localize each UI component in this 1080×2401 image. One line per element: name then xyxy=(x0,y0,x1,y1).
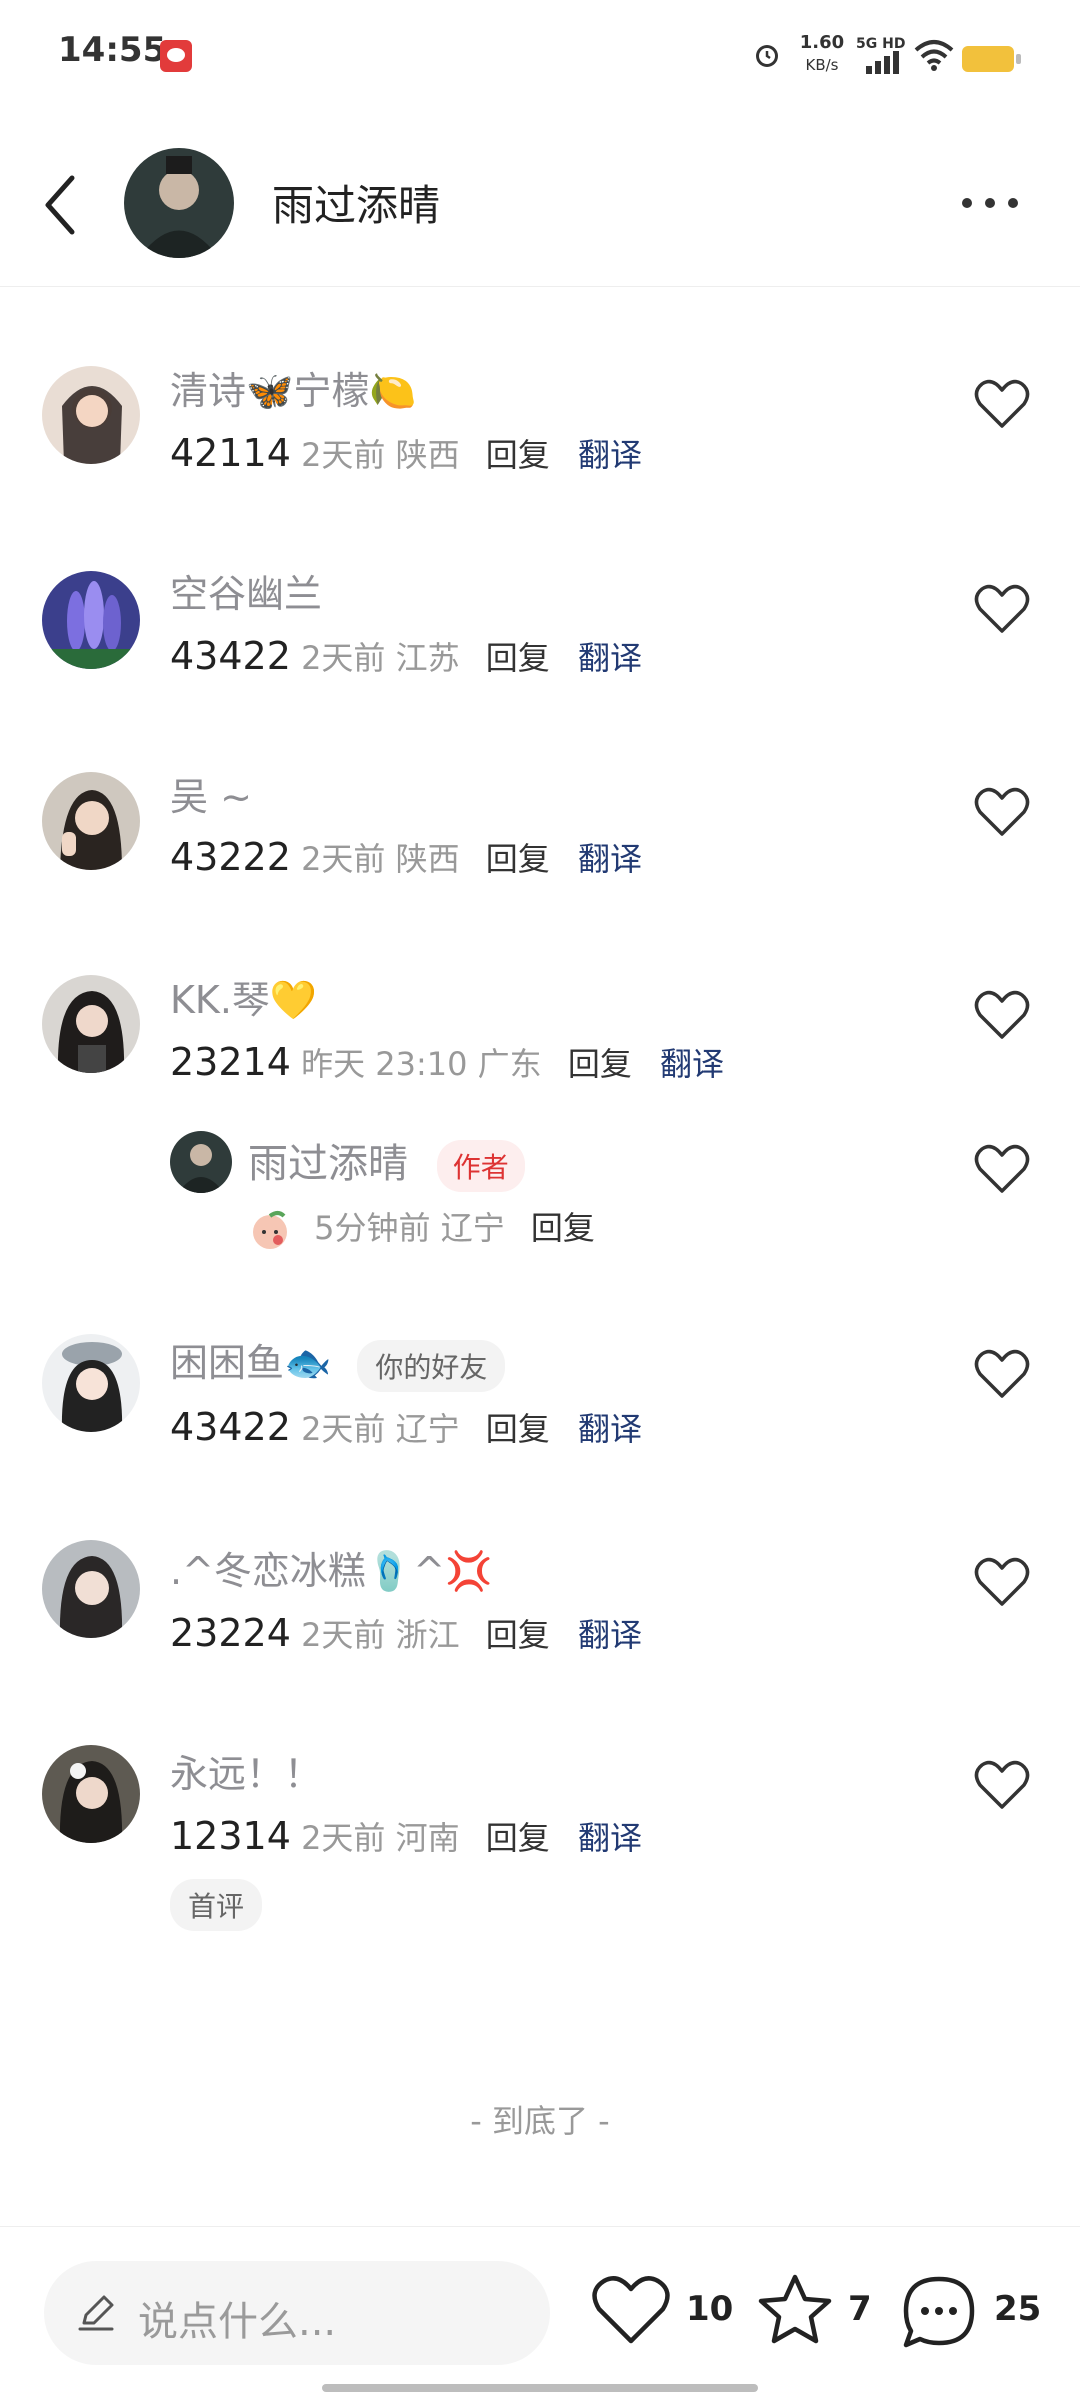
bottom-bar: 说点什么... 10 7 25 xyxy=(0,2226,1080,2401)
reply-author-name[interactable]: 雨过添晴 xyxy=(248,1141,408,1187)
comment-number: 42114 xyxy=(170,431,291,475)
translate-button[interactable]: 翻译 xyxy=(578,1616,642,1654)
reply-avatar[interactable] xyxy=(170,1131,232,1193)
translate-button[interactable]: 翻译 xyxy=(578,1410,642,1448)
comment-author[interactable]: .^冬恋冰糕🩴^💢 xyxy=(170,1540,492,1595)
reply-button[interactable]: 回复 xyxy=(486,1616,550,1654)
avatar[interactable] xyxy=(42,1334,140,1432)
comment-time-location: 2天前 陕西 xyxy=(301,840,460,878)
app-notification-icon xyxy=(160,40,192,72)
comment-meta: 43222 2天前 陕西 回复 翻译 xyxy=(170,834,642,880)
wifi-icon xyxy=(914,40,954,71)
signal-icon xyxy=(866,51,899,74)
heart-icon xyxy=(592,2276,670,2344)
like-icon[interactable] xyxy=(974,786,1030,838)
friend-tag: 你的好友 xyxy=(357,1339,506,1392)
comment-number: 12314 xyxy=(170,1814,291,1858)
comment-meta: 12314 2天前 河南 回复 翻译 xyxy=(170,1813,642,1859)
favorite-action[interactable]: 7 xyxy=(756,2273,876,2353)
page-title: 雨过添晴 xyxy=(272,181,441,230)
peach-emoji-icon xyxy=(253,1211,287,1249)
reply-button[interactable]: 回复 xyxy=(486,1819,550,1857)
comment-input[interactable]: 说点什么... xyxy=(44,2261,550,2365)
end-of-list-text: - 到底了 - xyxy=(470,2102,610,2140)
comment-time-location: 2天前 江苏 xyxy=(301,639,460,677)
comment-meta: 23214 昨天 23:10 广东 回复 翻译 xyxy=(170,1039,724,1085)
reply-button[interactable]: 回复 xyxy=(486,436,550,474)
comment-count: 25 xyxy=(994,2289,1042,2329)
status-bar: 14:55 1.60 KB/s 5G HD xyxy=(0,0,1080,110)
comment-author-name[interactable]: 困困鱼🐟 xyxy=(170,1341,331,1385)
like-icon[interactable] xyxy=(974,1759,1030,1811)
home-indicator[interactable] xyxy=(322,2384,758,2392)
reply-time-location: 5分钟前 辽宁 xyxy=(314,1209,505,1247)
reply-button[interactable]: 回复 xyxy=(568,1045,632,1083)
like-icon[interactable] xyxy=(974,989,1030,1041)
translate-button[interactable]: 翻译 xyxy=(578,436,642,474)
avatar[interactable] xyxy=(42,1745,140,1843)
like-icon[interactable] xyxy=(974,378,1030,430)
like-icon[interactable] xyxy=(974,1556,1030,1608)
comment-author[interactable]: KK.琴💛 xyxy=(170,969,317,1024)
reply-author: 雨过添晴 作者 xyxy=(248,1131,525,1192)
comment-bubble-icon xyxy=(903,2276,975,2348)
author-tag: 作者 xyxy=(436,1140,525,1192)
back-icon[interactable] xyxy=(40,170,80,240)
pencil-icon xyxy=(78,2295,114,2331)
avatar[interactable] xyxy=(42,975,140,1073)
net-speed-unit: KB/s xyxy=(805,56,839,74)
comment-number: 43422 xyxy=(170,634,291,678)
alarm-icon xyxy=(756,45,778,67)
like-icon[interactable] xyxy=(974,1143,1030,1195)
favorite-count: 7 xyxy=(848,2289,872,2329)
comment-author[interactable]: 吴 ~ xyxy=(170,766,252,821)
translate-button[interactable]: 翻译 xyxy=(578,840,642,878)
translate-button[interactable]: 翻译 xyxy=(578,639,642,677)
like-action[interactable]: 10 xyxy=(592,2273,734,2353)
star-icon xyxy=(758,2274,832,2344)
comment-number: 23214 xyxy=(170,1040,291,1084)
avatar[interactable] xyxy=(42,1540,140,1638)
more-icon[interactable] xyxy=(960,196,1020,210)
reply-button[interactable]: 回复 xyxy=(486,1410,550,1448)
comment-time-location: 2天前 陕西 xyxy=(301,436,460,474)
reply-button[interactable]: 回复 xyxy=(531,1209,595,1247)
comment-time-location: 2天前 河南 xyxy=(301,1819,460,1857)
net-speed: 1.60 KB/s xyxy=(798,32,846,76)
translate-button[interactable]: 翻译 xyxy=(660,1045,724,1083)
avatar[interactable] xyxy=(42,366,140,464)
comment-author[interactable]: 空谷幽兰 xyxy=(170,563,322,618)
header: 雨过添晴 xyxy=(0,130,1080,287)
comment-time-location: 2天前 辽宁 xyxy=(301,1410,460,1448)
comment-author: 困困鱼🐟 你的好友 xyxy=(170,1332,506,1392)
translate-button[interactable]: 翻译 xyxy=(578,1819,642,1857)
comment-number: 43422 xyxy=(170,1405,291,1449)
first-comment-badge: 首评 xyxy=(170,1879,263,1931)
comment-time-location: 2天前 浙江 xyxy=(301,1616,460,1654)
comment-number: 43222 xyxy=(170,835,291,879)
reply-button[interactable]: 回复 xyxy=(486,639,550,677)
like-icon[interactable] xyxy=(974,1348,1030,1400)
comment-meta: 42114 2天前 陕西 回复 翻译 xyxy=(170,430,642,476)
reply-meta: 5分钟前 辽宁 回复 xyxy=(248,1203,595,1250)
comment-author[interactable]: 永远！！ xyxy=(170,1743,322,1798)
comment-input-placeholder: 说点什么... xyxy=(138,2299,337,2345)
status-time: 14:55 xyxy=(58,30,167,70)
avatar[interactable] xyxy=(42,571,140,669)
avatar[interactable] xyxy=(42,772,140,870)
like-icon[interactable] xyxy=(974,583,1030,635)
comment-time-location: 昨天 23:10 广东 xyxy=(301,1045,542,1083)
like-count: 10 xyxy=(686,2289,734,2329)
battery-icon xyxy=(962,46,1021,72)
comment-author[interactable]: 清诗🦋宁檬🍋 xyxy=(170,360,417,415)
net-speed-value: 1.60 xyxy=(799,32,845,53)
comment-action[interactable]: 25 xyxy=(900,2273,1042,2353)
comment-meta: 23224 2天前 浙江 回复 翻译 xyxy=(170,1610,642,1656)
author-avatar[interactable] xyxy=(124,148,234,258)
reply-button[interactable]: 回复 xyxy=(486,840,550,878)
comment-meta: 43422 2天前 辽宁 回复 翻译 xyxy=(170,1404,642,1450)
comment-meta: 43422 2天前 江苏 回复 翻译 xyxy=(170,633,642,679)
comment-number: 23224 xyxy=(170,1611,291,1655)
